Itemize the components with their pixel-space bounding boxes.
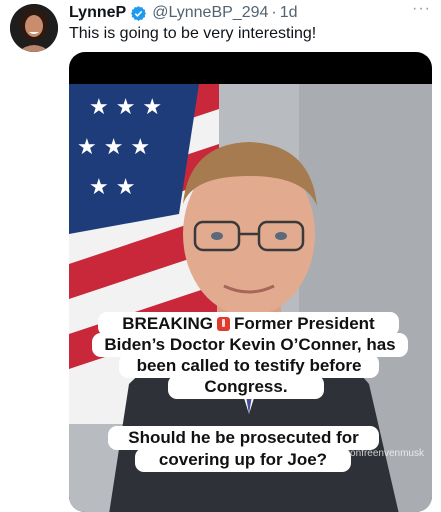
more-icon[interactable]: ··· [412,0,431,18]
verified-badge-icon [131,5,147,21]
svg-text:★ ★ ★: ★ ★ ★ [89,95,162,120]
handle[interactable]: @LynneBP_294 [152,3,268,23]
display-name[interactable]: LynneP [69,3,126,23]
watermark: @elonfreenvenmusk [332,448,424,459]
question-line-1: Should he be prosecuted for [108,426,379,450]
tweet-media[interactable]: ★ ★ ★ ★ ★ ★ ★ ★ BREAKING Former President… [69,52,432,512]
tweet-header: LynneP @LynneBP_294 · 1d [69,2,433,24]
caption-line-4: Congress. [168,375,324,399]
tweet-text: This is going to be very interesting! [69,25,317,42]
siren-icon [216,317,230,331]
timestamp[interactable]: 1d [280,3,298,23]
separator: · [271,4,277,21]
svg-text:★ ★ ★: ★ ★ ★ [77,135,150,160]
avatar[interactable] [10,4,58,52]
question-line-2: covering up for Joe? [135,448,351,472]
svg-text:★ ★: ★ ★ [89,175,135,200]
